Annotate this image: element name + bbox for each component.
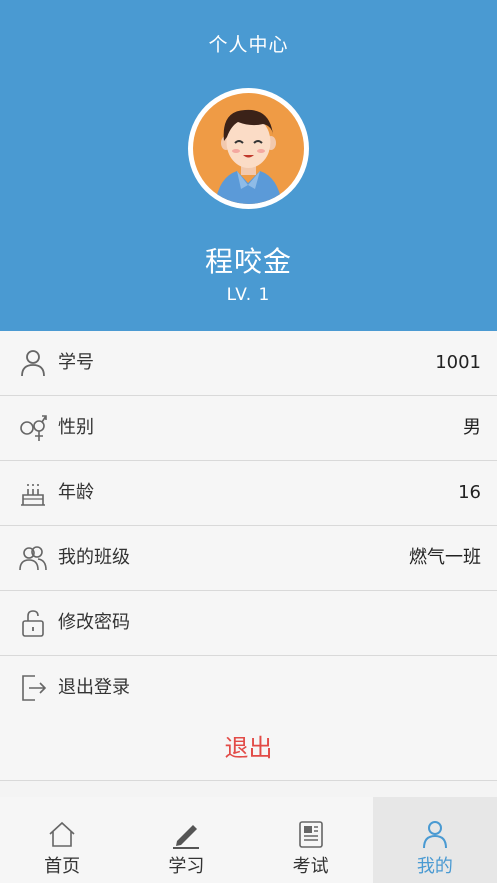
group-icon — [19, 546, 47, 571]
avatar-illustration — [215, 109, 282, 204]
tab-label: 考试 — [292, 856, 329, 877]
tab-label: 学习 — [168, 856, 205, 877]
tab-mine[interactable]: 我的 — [372, 797, 497, 883]
row-value: 燃气一班 — [409, 547, 481, 568]
profile-list: 学号 1001 性别 男 年龄 16 我的班级 燃气一班 修改密码 退出登录 — [0, 331, 497, 721]
exit-icon — [22, 675, 47, 701]
cake-icon — [21, 484, 45, 506]
tab-home[interactable]: 首页 — [0, 797, 124, 883]
gender-row[interactable]: 性别 男 — [0, 396, 497, 461]
page-title: 个人中心 — [208, 34, 289, 56]
user-name: 程咬金 — [204, 245, 292, 278]
tab-bar: 首页 学习 考试 我的 — [0, 797, 497, 883]
tab-study[interactable]: 学习 — [124, 797, 248, 883]
avatar-ring[interactable] — [188, 88, 309, 209]
row-label: 学号 — [58, 352, 94, 373]
change-password-row[interactable]: 修改密码 — [0, 591, 497, 656]
tab-label: 首页 — [44, 856, 81, 877]
tab-label: 我的 — [416, 856, 453, 877]
profile-header: 个人中心 程咬金 LV. 1 — [0, 0, 497, 331]
person-icon — [21, 350, 45, 377]
tab-exam[interactable]: 考试 — [249, 797, 373, 883]
row-label: 年龄 — [58, 482, 94, 503]
sign-out-row[interactable]: 退出登录 — [0, 656, 497, 721]
row-value: 16 — [458, 482, 481, 503]
exam-icon — [298, 821, 323, 848]
row-label: 退出登录 — [58, 677, 130, 698]
class-row[interactable]: 我的班级 燃气一班 — [0, 526, 497, 591]
gender-icon — [20, 415, 47, 441]
age-row[interactable]: 年龄 16 — [0, 461, 497, 526]
logout-button[interactable]: 退出 — [0, 717, 497, 781]
row-label: 性别 — [58, 417, 94, 438]
user-level: LV. 1 — [226, 285, 271, 305]
home-icon — [49, 821, 75, 847]
unlock-icon — [22, 610, 44, 637]
student-id-row[interactable]: 学号 1001 — [0, 331, 497, 396]
avatar[interactable] — [193, 93, 304, 204]
person-icon — [422, 821, 447, 849]
row-label: 我的班级 — [58, 547, 130, 568]
pencil-icon — [173, 825, 200, 849]
row-value: 1001 — [435, 352, 481, 373]
row-value: 男 — [463, 417, 481, 438]
row-label: 修改密码 — [58, 612, 130, 633]
